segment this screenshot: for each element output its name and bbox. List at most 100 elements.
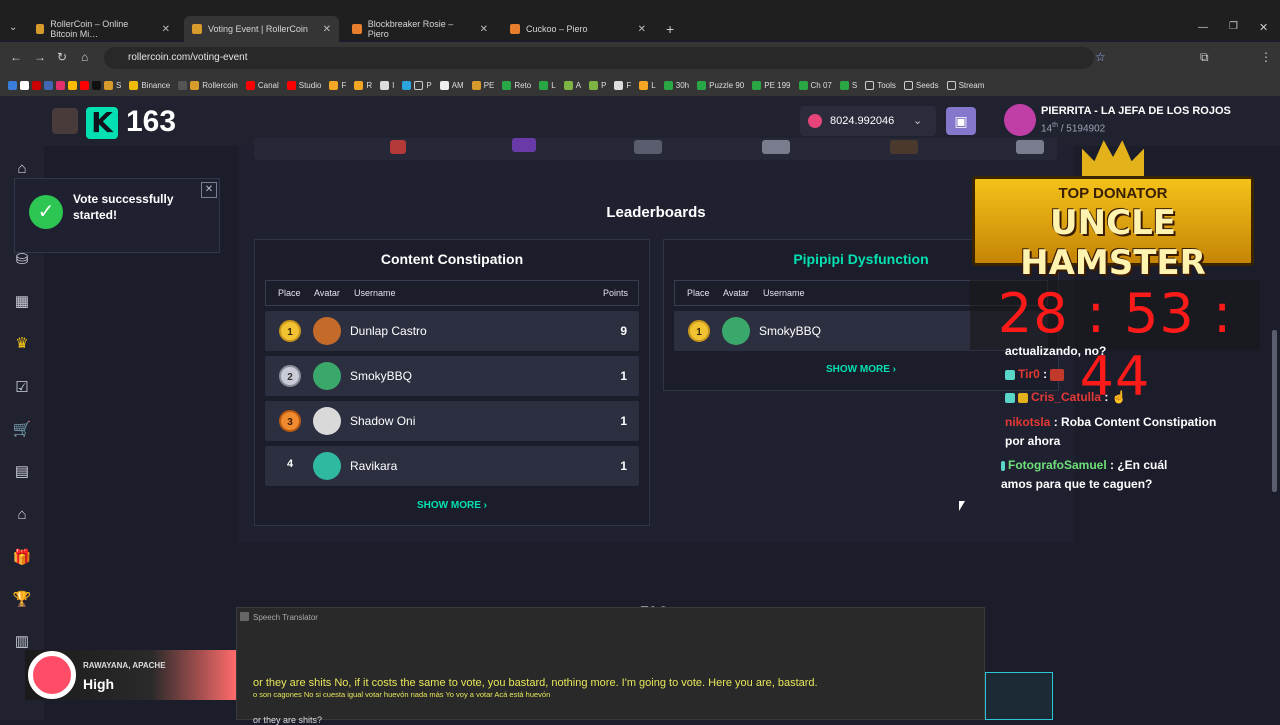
balance-dropdown[interactable]: 8024.992046 ⌄: [800, 106, 936, 136]
address-bar[interactable]: rollercoin.com/voting-event: [104, 47, 1094, 69]
bookmark-item[interactable]: AM: [439, 80, 464, 90]
close-icon[interactable]: ✕: [201, 182, 217, 198]
table-row: 2 SmokyBBQ 1: [265, 356, 639, 396]
bookmark-item[interactable]: R: [354, 80, 372, 90]
games-icon[interactable]: ▦: [12, 292, 32, 310]
folder-icon: [414, 80, 424, 90]
overlay-decoration: [985, 672, 1053, 720]
bookmark-item[interactable]: P: [402, 80, 432, 90]
bookmark-item[interactable]: F: [329, 80, 346, 90]
points: 9: [620, 324, 627, 338]
back-arrow-icon[interactable]: ←: [10, 50, 22, 64]
forward-arrow-icon[interactable]: →: [34, 50, 46, 64]
bookmark-item[interactable]: PE: [471, 80, 494, 90]
bookmark-item[interactable]: Binance: [129, 80, 170, 90]
market-cart-icon[interactable]: 🛒: [12, 420, 32, 438]
minimize-icon[interactable]: —: [1198, 22, 1208, 33]
bookmark-item[interactable]: S: [8, 80, 121, 90]
bookmark-star-icon[interactable]: ☆: [1095, 50, 1106, 64]
bookmark-label: AM: [451, 80, 464, 90]
bookmark-label: Studio: [298, 80, 322, 90]
bookmark-folder[interactable]: Tools: [865, 80, 896, 90]
bookmark-item[interactable]: Studio: [286, 80, 322, 90]
donator-label: TOP DONATOR: [1058, 185, 1168, 202]
bookmark-item[interactable]: I: [380, 80, 394, 90]
bookmark-icon: [380, 80, 390, 90]
bookmark-item[interactable]: Puzzle 90: [697, 80, 744, 90]
bookmark-item[interactable]: L: [639, 80, 656, 90]
bookmark-item[interactable]: Rollercoin: [178, 80, 238, 90]
storage-icon[interactable]: ▤: [12, 462, 32, 480]
user-avatar: [313, 317, 341, 345]
tasks-icon[interactable]: ☑: [12, 378, 32, 396]
player-avatar[interactable]: [52, 108, 78, 134]
bookmark-label: Reto: [514, 80, 532, 90]
tab-rollercoin[interactable]: RollerCoin – Online Bitcoin Mi… ✕: [28, 18, 178, 40]
translator-header: Speech Translator: [237, 608, 984, 628]
close-icon[interactable]: ✕: [323, 24, 331, 35]
bookmark-item[interactable]: A: [563, 80, 582, 90]
chevron-right-icon: ›: [483, 500, 487, 511]
level-k-icon: K: [86, 107, 118, 139]
podium-icon[interactable]: ▥: [12, 632, 32, 650]
check-icon: ✓: [29, 195, 63, 229]
bookmark-item[interactable]: P: [589, 80, 606, 90]
crown-icon[interactable]: ♛: [12, 334, 32, 352]
user-name[interactable]: PIERRITA - LA JEFA DE LOS ROJOS: [1041, 105, 1231, 117]
show-more-button[interactable]: SHOW MORE ›: [255, 500, 649, 511]
place-number: 4: [287, 458, 294, 470]
previous-section-strip: [254, 138, 1057, 160]
username: Shadow Oni: [350, 414, 416, 428]
tab-voting-event[interactable]: Voting Event | RollerCoin ✕: [184, 16, 339, 42]
page-scrollbar[interactable]: [1272, 330, 1277, 492]
item-thumbnail-icon: [762, 140, 790, 154]
bookmark-folder[interactable]: Stream: [946, 80, 984, 90]
rollercoin-favicon-icon: [36, 24, 45, 34]
menu-dots-icon[interactable]: ⋮: [1260, 50, 1272, 64]
house-icon[interactable]: ⌂: [12, 506, 32, 524]
bookmark-label: A: [575, 80, 582, 90]
bookmark-item[interactable]: F: [614, 80, 631, 90]
rank-total: / 5194902: [1060, 123, 1106, 135]
translation-line-partial: or they are shits?: [253, 715, 323, 725]
extensions-icon[interactable]: ⧉: [1200, 50, 1209, 65]
chat-user: nikotsla: [1005, 415, 1051, 429]
toast-message: Vote successfully started!: [73, 192, 174, 222]
bookmark-item[interactable]: Reto: [502, 80, 532, 90]
close-icon[interactable]: ✕: [480, 24, 488, 35]
maximize-icon[interactable]: ❐: [1229, 21, 1238, 32]
currency-icon: [808, 114, 822, 128]
tab-blockbreaker[interactable]: Blockbreaker Rosie – Piero ✕: [344, 18, 496, 40]
tab-search-icon[interactable]: ⌄: [9, 22, 17, 33]
bookmark-item[interactable]: 30h: [663, 80, 689, 90]
home-icon[interactable]: ⌂: [12, 160, 32, 178]
rollercoin-favicon-icon: [192, 24, 202, 34]
bookmark-label: P: [426, 80, 432, 90]
table-row: 1 Dunlap Castro 9: [265, 311, 639, 351]
wallet-button[interactable]: ▣: [946, 107, 976, 135]
home-icon[interactable]: ⌂: [81, 50, 88, 64]
song-title: High: [83, 676, 115, 692]
bookmark-item[interactable]: S: [839, 80, 857, 90]
tab-label: Cuckoo – Piero: [526, 24, 588, 34]
bookmark-label: L: [551, 80, 556, 90]
tab-cuckoo[interactable]: Cuckoo – Piero ✕: [502, 18, 654, 40]
now-playing-widget: RAWAYANA, APACHE High: [25, 650, 236, 700]
translator-title: Speech Translator: [253, 613, 318, 622]
close-icon[interactable]: ✕: [638, 24, 646, 35]
new-tab-plus-icon[interactable]: +: [666, 21, 674, 37]
gift-icon[interactable]: 🎁: [12, 548, 32, 566]
bookmark-label: Ch 07: [810, 80, 832, 90]
username: SmokyBBQ: [350, 369, 413, 383]
bookmark-item[interactable]: Ch 07: [798, 80, 832, 90]
user-avatar: [722, 317, 750, 345]
bookmark-item[interactable]: PE 199: [752, 80, 791, 90]
bookmark-folder[interactable]: Seeds: [903, 80, 939, 90]
close-icon[interactable]: ✕: [162, 24, 170, 35]
user-avatar[interactable]: [1004, 104, 1036, 136]
window-close-icon[interactable]: ✕: [1259, 21, 1268, 34]
reload-icon[interactable]: ↻: [57, 50, 67, 64]
bookmark-item[interactable]: L: [539, 80, 556, 90]
bookmark-item[interactable]: Canal: [245, 80, 279, 90]
trophy-icon[interactable]: 🏆: [12, 590, 32, 608]
